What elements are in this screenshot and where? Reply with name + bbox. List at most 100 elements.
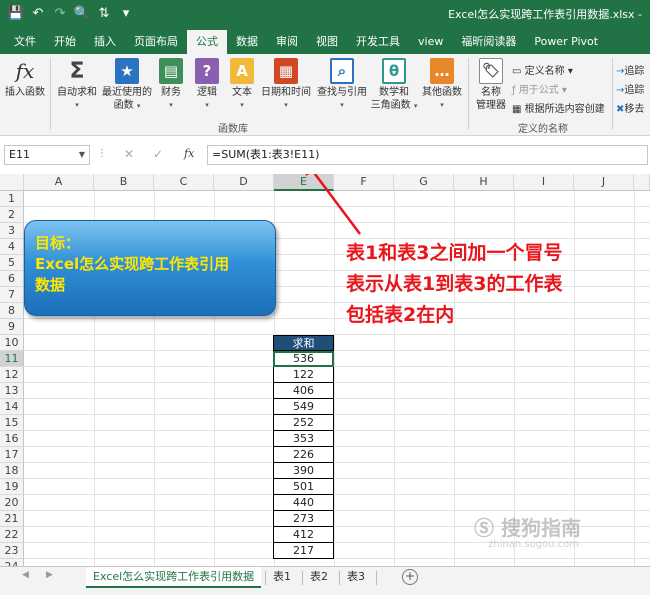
formula-input[interactable]: =SUM(表1:表3!E11) [207,145,648,165]
tab-formulas[interactable]: 公式 [187,30,227,54]
name-box[interactable]: E11 ▼ [4,145,90,165]
create-from-selection-icon: ▦ [512,104,522,115]
sum-cell[interactable]: 440 [273,495,334,511]
finance-icon: ▤ [159,58,183,84]
define-name-icon: ▭ [512,66,522,77]
separator [50,58,51,130]
use-in-formula-icon: ƒ [512,85,516,96]
scroll-left-icon[interactable]: ◀ [22,570,29,580]
annotation-line2: 表示从表1到表3的工作表 [346,273,563,295]
sum-cell[interactable]: 549 [273,399,334,415]
cancel-icon[interactable]: ✕ [124,147,134,161]
more-functions-button[interactable]: … 其他函数 ▾ [420,58,464,112]
trace-precedents-button[interactable]: →追踪 [616,62,644,77]
autosum-button[interactable]: Σ 自动求和 ▾ [55,58,99,112]
sum-cell[interactable]: 226 [273,447,334,463]
formula-bar: E11 ▼ ⋮ ✕ ✓ fx =SUM(表1:表3!E11) [0,141,650,169]
tab-insert[interactable]: 插入 [85,30,125,54]
sum-cell[interactable]: 501 [273,479,334,495]
tab-home[interactable]: 开始 [45,30,85,54]
watermark-logo-icon: Ⓢ [474,516,494,540]
title-bar: 💾 ↶ ↷ 🔍 ⇅ ▾ Excel怎么实现跨工作表引用数据.xlsx - [0,0,650,27]
datetime-icon: ▦ [274,58,298,84]
customize-icon[interactable]: ▾ [116,6,136,21]
worksheet-grid[interactable]: A B C D E F G H I J 1 2 3 4 5 6 7 8 9 10 11 12 13 14 1… [0,174,650,566]
annotation-line1: 表1和表3之间加一个冒号 [346,242,563,264]
tab-view-en[interactable]: view [409,30,452,54]
drag-handle[interactable]: ⋮ [97,148,107,159]
watermark-url: zhinan.sogou.com [488,539,580,550]
sum-cell[interactable]: 252 [273,415,334,431]
remove-arrows-button[interactable]: ✖移去 [616,100,644,115]
trace-dependents-button[interactable]: →追踪 [616,81,644,96]
text-button[interactable]: A 文本 ▾ [227,58,257,112]
undo-icon[interactable]: ↶ [28,6,48,21]
sum-table-header[interactable]: 求和 [273,335,334,351]
tab-page-layout[interactable]: 页面布局 [125,30,187,54]
sheet-tab-1[interactable]: 表1 [266,567,298,588]
separator [612,58,613,130]
create-from-selection-button[interactable]: ▦ 根据所选内容创建 [512,100,605,115]
sum-cell[interactable]: 273 [273,511,334,527]
logical-button[interactable]: ? 逻辑 ▾ [192,58,222,112]
redo-icon[interactable]: ↷ [50,6,70,21]
recently-used-button[interactable]: ★ 最近使用的 函数 ▾ [101,58,153,113]
tab-review[interactable]: 审阅 [267,30,307,54]
sheet-tab-bar: ◀ ▶ Excel怎么实现跨工作表引用数据 表1 表2 表3 + [0,566,650,588]
quick-access-toolbar: 💾 ↶ ↷ 🔍 ⇅ ▾ [0,6,136,21]
sheet-tab-3[interactable]: 表3 [340,567,372,588]
annotation-text: 表1和表3之间加一个冒号 表示从表1到表3的工作表 包括表2在内 [346,238,562,331]
sheet-tab-2[interactable]: 表2 [303,567,335,588]
sum-icon: Σ [69,58,85,84]
sum-cell[interactable]: 353 [273,431,334,447]
use-in-formula-button[interactable]: ƒ 用于公式 ▾ [512,81,567,96]
tab-developer[interactable]: 开发工具 [347,30,409,54]
watermark: Ⓢ 搜狗指南 [474,516,581,540]
tab-power-pivot[interactable]: Power Pivot [525,30,607,54]
ribbon-tabs: 文件 开始 插入 页面布局 公式 数据 审阅 视图 开发工具 view 福昕阅读… [0,27,650,54]
fx-icon: fx [15,58,35,83]
confirm-icon[interactable]: ✓ [153,147,163,161]
lookup-reference-button[interactable]: ⌕ 查找与引用 ▾ [315,58,369,112]
arrow-line [313,174,361,235]
save-icon[interactable]: 💾 [6,6,26,21]
date-time-button[interactable]: ▦ 日期和时间 ▾ [259,58,313,112]
star-icon: ★ [115,58,139,84]
print-preview-icon[interactable]: 🔍 [72,6,92,21]
defined-names-label: 定义的名称 [518,124,568,135]
scroll-right-icon[interactable]: ▶ [46,570,53,580]
sum-cell[interactable]: 406 [273,383,334,399]
more-functions-icon: … [430,58,454,84]
financial-button[interactable]: ▤ 财务 ▾ [156,58,186,112]
sort-icon[interactable]: ⇅ [94,6,114,21]
tab-foxit-reader[interactable]: 福昕阅读器 [452,30,525,54]
define-name-button[interactable]: ▭ 定义名称 ▾ [512,62,573,77]
text-icon: A [230,58,254,84]
sum-cell[interactable]: 390 [273,463,334,479]
separator [376,571,377,585]
annotation-line3: 包括表2在内 [346,304,455,326]
logic-icon: ? [195,58,219,84]
sheet-tab-main[interactable]: Excel怎么实现跨工作表引用数据 [86,567,262,588]
insert-function-button[interactable]: fx 插入函数 [4,58,46,99]
add-sheet-button[interactable]: + [402,569,418,585]
chevron-down-icon[interactable]: ▼ [79,146,85,164]
name-manager-button[interactable]: 🏷 名称 管理器 [472,58,510,112]
document-title: Excel怎么实现跨工作表引用数据.xlsx - [448,8,642,21]
math-icon: θ [382,58,406,84]
name-manager-icon: 🏷 [479,58,503,84]
function-library-label: 函数库 [218,124,248,135]
sum-cell[interactable]: 122 [273,367,334,383]
sum-cell[interactable]: 412 [273,527,334,543]
lookup-icon: ⌕ [330,58,354,84]
insert-function-fx-icon[interactable]: fx [184,147,194,160]
ribbon-formulas: fx 插入函数 Σ 自动求和 ▾ ★ 最近使用的 函数 ▾ ▤ 财务 ▾ ? 逻… [0,54,650,136]
active-cell[interactable]: 536 [273,351,334,367]
tab-data[interactable]: 数据 [227,30,267,54]
separator [468,58,469,130]
sum-cell[interactable]: 217 [273,543,334,559]
tab-view[interactable]: 视图 [307,30,347,54]
tab-file[interactable]: 文件 [0,30,45,54]
math-trig-button[interactable]: θ 数学和 三角函数 ▾ [370,58,418,113]
status-bar [0,588,650,595]
